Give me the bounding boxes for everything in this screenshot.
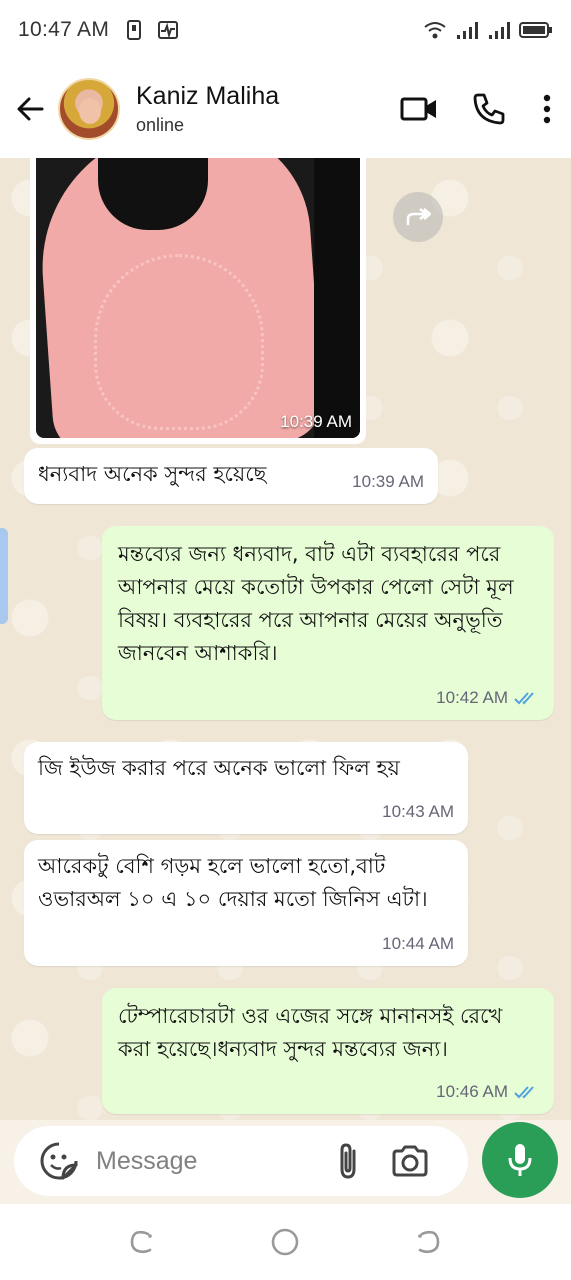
message-time: 10:39 AM [352,472,424,491]
message-time: 10:43 AM [382,802,454,821]
message-time: 10:39 AM [280,412,352,431]
message-time: 10:44 AM [382,934,454,953]
message-text: জি ইউজ করার পরে অনেক ভালো ফিল হয় [38,756,400,780]
signal-icon [455,19,478,41]
message-text: আরেকটু বেশি গড়ম হলে ভালো হতো,বাট ওভারঅল… [38,854,428,911]
message-meta: 10:46 AM [436,1075,540,1108]
video-call-icon[interactable] [397,87,441,131]
battery-icon [519,19,553,41]
recent-apps-icon[interactable] [120,1220,164,1264]
forward-icon[interactable] [393,192,443,242]
side-panel-handle[interactable] [0,528,8,624]
message-bubble-out[interactable]: মন্তব্যের জন্য ধন্যবাদ, বাট এটা ব্যবহারে… [102,526,554,720]
camera-icon[interactable] [388,1139,432,1183]
status-bar: 10:47 AM [0,0,571,60]
message-meta: 10:43 AM [382,795,454,828]
signal-icon [487,19,510,41]
chat-header: Kaniz Maliha online [0,60,571,158]
read-receipt-icon [514,691,534,704]
message-bubble-in[interactable]: আরেকটু বেশি গড়ম হলে ভালো হতো,বাট ওভারঅল… [24,840,468,966]
contact-info[interactable]: Kaniz Maliha online [136,82,279,136]
chat-area[interactable]: 10:39 AM ধন্যবাদ অনেক সুন্দর হয়েছে 10:3… [0,158,571,1120]
back-nav-icon[interactable] [406,1220,450,1264]
message-text: ধন্যবাদ অনেক সুন্দর হয়েছে [38,462,267,486]
message-bubble-in[interactable]: জি ইউজ করার পরে অনেক ভালো ফিল হয় 10:43 … [24,742,468,834]
message-text: মন্তব্যের জন্য ধন্যবাদ, বাট এটা ব্যবহারে… [118,542,514,665]
message-input[interactable] [96,1146,326,1176]
attach-icon[interactable] [326,1139,370,1183]
contact-status: online [136,115,185,135]
phone-icon[interactable] [467,87,511,131]
avatar[interactable] [58,78,120,140]
message-bubble-in[interactable]: ধন্যবাদ অনেক সুন্দর হয়েছে 10:39 AM [24,448,438,504]
message-meta: 10:44 AM [382,927,454,960]
image-message[interactable]: 10:39 AM [30,158,366,444]
activity-icon [157,19,179,41]
status-time: 10:47 AM [18,18,110,41]
sim-card-icon [123,19,145,41]
message-text: টেম্পারেচারটা ওর এজের সঙ্গে মানানসই রেখে… [118,1004,503,1061]
message-time: 10:46 AM [436,1082,508,1101]
mic-icon [508,1144,532,1176]
product-image[interactable]: 10:39 AM [36,158,360,438]
message-meta: 10:42 AM [436,681,540,714]
contact-name: Kaniz Maliha [136,82,280,110]
input-bar [0,1120,571,1204]
emoji-sticker-icon[interactable] [34,1136,84,1186]
message-time: 10:42 AM [436,688,508,707]
back-arrow-icon[interactable] [4,83,56,135]
system-nav-bar [0,1204,571,1280]
message-composer [14,1126,468,1196]
more-vert-icon[interactable] [537,87,557,131]
home-icon[interactable] [263,1220,307,1264]
message-meta: 10:39 AM [352,465,424,498]
message-bubble-out[interactable]: টেম্পারেচারটা ওর এজের সঙ্গে মানানসই রেখে… [102,988,554,1114]
read-receipt-icon [514,1085,534,1098]
mic-button[interactable] [482,1122,558,1198]
wifi-icon [423,19,446,41]
